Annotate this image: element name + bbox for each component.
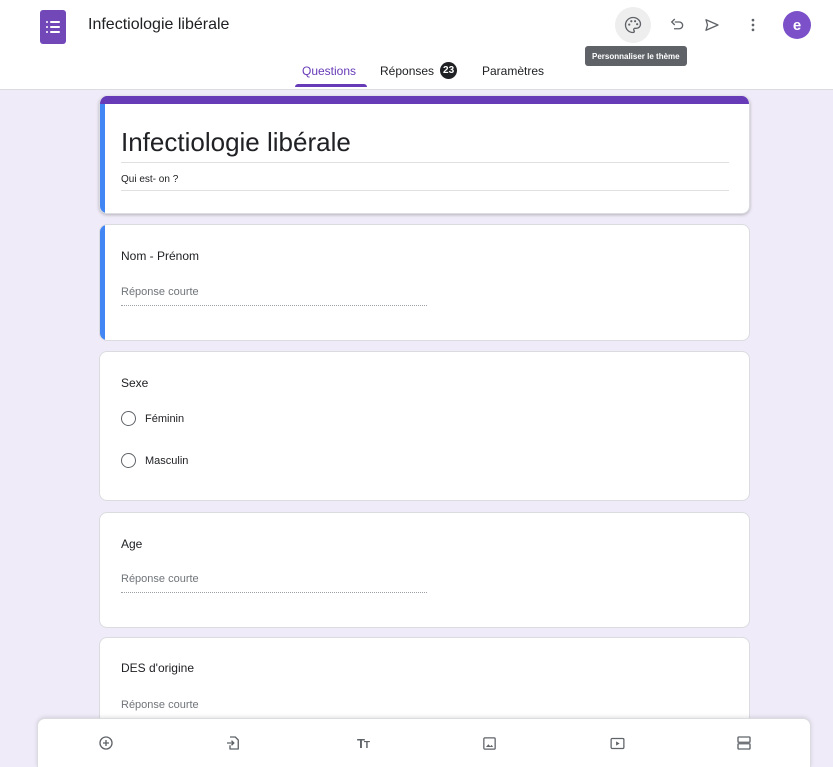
short-answer-placeholder: Réponse courte <box>121 573 199 585</box>
add-image-icon[interactable] <box>479 733 499 753</box>
more-vert-icon[interactable] <box>735 7 771 43</box>
form-tabs: Questions Réponses 23 Paramètres <box>0 62 833 90</box>
radio-option[interactable]: Masculin <box>121 453 188 468</box>
tab-responses-label: Réponses <box>380 64 435 78</box>
theme-color-band <box>100 96 749 104</box>
undo-icon[interactable] <box>659 7 695 43</box>
active-tab-indicator <box>295 84 367 87</box>
question-title[interactable]: DES d'origine <box>121 661 194 675</box>
question-title[interactable]: Nom - Prénom <box>121 249 199 263</box>
question-card[interactable]: Age Réponse courte <box>99 512 750 628</box>
google-forms-editor: Infectiologie libérale e Personnaliser l… <box>0 0 833 767</box>
tab-settings[interactable]: Paramètres <box>482 64 544 90</box>
title-glyph-big: T <box>356 735 365 751</box>
add-question-icon[interactable] <box>96 733 116 753</box>
add-title-icon[interactable]: TT <box>351 733 375 753</box>
question-title[interactable]: Age <box>121 537 142 551</box>
form-canvas: Infectiologie libérale Qui est- on ? Nom… <box>0 90 833 767</box>
title-divider <box>121 162 729 163</box>
radio-button[interactable] <box>121 411 136 426</box>
radio-option[interactable]: Féminin <box>121 411 184 426</box>
import-questions-icon[interactable] <box>223 733 243 753</box>
tab-responses[interactable]: Réponses 23 <box>380 62 458 90</box>
answer-line <box>121 592 427 593</box>
short-answer-placeholder: Réponse courte <box>121 699 199 711</box>
description-divider <box>121 190 729 191</box>
question-card[interactable]: Nom - Prénom Réponse courte <box>99 224 750 341</box>
radio-option-label: Féminin <box>145 412 185 425</box>
bottom-toolbar: TT <box>37 718 811 767</box>
radio-button[interactable] <box>121 453 136 468</box>
top-header: Infectiologie libérale e Personnaliser l… <box>0 0 833 90</box>
send-icon[interactable] <box>694 7 730 43</box>
form-header-card[interactable]: Infectiologie libérale Qui est- on ? <box>99 96 750 214</box>
radio-option-label: Masculin <box>145 454 189 467</box>
form-title[interactable]: Infectiologie libérale <box>121 127 351 158</box>
palette-icon[interactable] <box>615 7 651 43</box>
add-video-icon[interactable] <box>607 733 627 753</box>
add-section-icon[interactable] <box>734 733 754 753</box>
question-card[interactable]: Sexe Féminin Masculin <box>99 351 750 501</box>
account-avatar[interactable]: e <box>783 11 811 39</box>
short-answer-placeholder: Réponse courte <box>121 286 199 298</box>
form-description[interactable]: Qui est- on ? <box>121 174 178 185</box>
answer-line <box>121 305 427 306</box>
title-glyph-small: T <box>363 739 370 751</box>
responses-count-badge: 23 <box>440 62 458 79</box>
question-title[interactable]: Sexe <box>121 376 148 390</box>
selection-indicator <box>100 104 105 213</box>
selection-indicator <box>100 225 105 340</box>
forms-logo-icon[interactable] <box>40 10 66 44</box>
document-title[interactable]: Infectiologie libérale <box>88 16 229 34</box>
